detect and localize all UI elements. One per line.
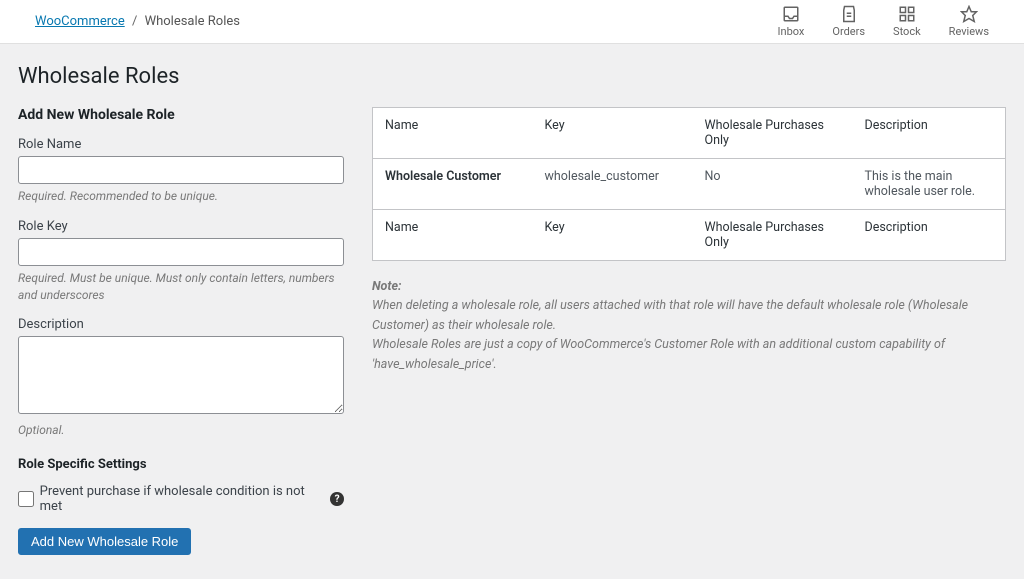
th-wpo[interactable]: Wholesale Purchases Only	[693, 108, 853, 159]
th-desc[interactable]: Description	[853, 108, 1006, 159]
inbox-label: Inbox	[778, 25, 805, 38]
breadcrumb-current: Wholesale Roles	[145, 14, 240, 29]
table-column: Name Key Wholesale Purchases Only Descri…	[372, 107, 1006, 555]
inbox-icon	[782, 5, 800, 23]
orders-label: Orders	[832, 25, 865, 38]
note-line-2: Wholesale Roles are just a copy of WooCo…	[372, 335, 1006, 374]
role-name-input[interactable]	[18, 156, 344, 184]
tf-key[interactable]: Key	[533, 210, 693, 261]
tf-desc[interactable]: Description	[853, 210, 1006, 261]
table-header-row: Name Key Wholesale Purchases Only Descri…	[373, 108, 1006, 159]
content: Wholesale Roles Add New Wholesale Role R…	[0, 44, 1024, 579]
submit-button[interactable]: Add New Wholesale Role	[18, 528, 191, 555]
form-column: Add New Wholesale Role Role Name Require…	[18, 107, 344, 555]
stock-icon	[898, 5, 916, 23]
note-title: Note:	[372, 277, 1006, 296]
top-actions: Inbox Orders Stock Reviews	[778, 5, 989, 38]
role-key-label: Role Key	[18, 219, 344, 234]
cell-wpo: No	[693, 159, 853, 210]
note-block: Note: When deleting a wholesale role, al…	[372, 277, 1006, 374]
reviews-button[interactable]: Reviews	[949, 5, 989, 38]
stock-button[interactable]: Stock	[893, 5, 921, 38]
breadcrumb-separator: /	[132, 14, 137, 29]
role-name-group: Role Name Required. Recommended to be un…	[18, 137, 344, 205]
layout: Add New Wholesale Role Role Name Require…	[18, 107, 1006, 555]
stock-label: Stock	[893, 25, 921, 38]
help-icon[interactable]: ?	[330, 492, 344, 506]
cell-key: wholesale_customer	[533, 159, 693, 210]
roles-table: Name Key Wholesale Purchases Only Descri…	[372, 107, 1006, 261]
cell-name: Wholesale Customer	[373, 159, 533, 210]
note-line-1: When deleting a wholesale role, all user…	[372, 296, 1006, 335]
description-group: Description Optional.	[18, 317, 344, 439]
top-bar: WooCommerce / Wholesale Roles Inbox Orde…	[0, 0, 1024, 44]
cell-desc: This is the main wholesale user role.	[853, 159, 1006, 210]
role-key-hint: Required. Must be unique. Must only cont…	[18, 270, 344, 304]
role-key-input[interactable]	[18, 238, 344, 266]
role-name-label: Role Name	[18, 137, 344, 152]
page-title: Wholesale Roles	[18, 64, 1006, 89]
table-row[interactable]: Wholesale Customer wholesale_customer No…	[373, 159, 1006, 210]
reviews-icon	[960, 5, 978, 23]
breadcrumb-root-link[interactable]: WooCommerce	[35, 14, 125, 29]
description-label: Description	[18, 317, 344, 332]
role-settings-heading: Role Specific Settings	[18, 457, 344, 472]
description-hint: Optional.	[18, 422, 344, 439]
form-heading: Add New Wholesale Role	[18, 107, 344, 123]
tf-name[interactable]: Name	[373, 210, 533, 261]
table-footer-row: Name Key Wholesale Purchases Only Descri…	[373, 210, 1006, 261]
description-input[interactable]	[18, 336, 344, 414]
breadcrumb: WooCommerce / Wholesale Roles	[35, 14, 240, 29]
orders-icon	[840, 5, 858, 23]
th-name[interactable]: Name	[373, 108, 533, 159]
tf-wpo[interactable]: Wholesale Purchases Only	[693, 210, 853, 261]
inbox-button[interactable]: Inbox	[778, 5, 805, 38]
prevent-purchase-label: Prevent purchase if wholesale condition …	[40, 484, 325, 514]
role-name-hint: Required. Recommended to be unique.	[18, 188, 344, 205]
prevent-purchase-checkbox[interactable]	[18, 491, 34, 507]
th-key[interactable]: Key	[533, 108, 693, 159]
reviews-label: Reviews	[949, 25, 989, 38]
orders-button[interactable]: Orders	[832, 5, 865, 38]
prevent-purchase-row: Prevent purchase if wholesale condition …	[18, 484, 344, 514]
role-key-group: Role Key Required. Must be unique. Must …	[18, 219, 344, 304]
